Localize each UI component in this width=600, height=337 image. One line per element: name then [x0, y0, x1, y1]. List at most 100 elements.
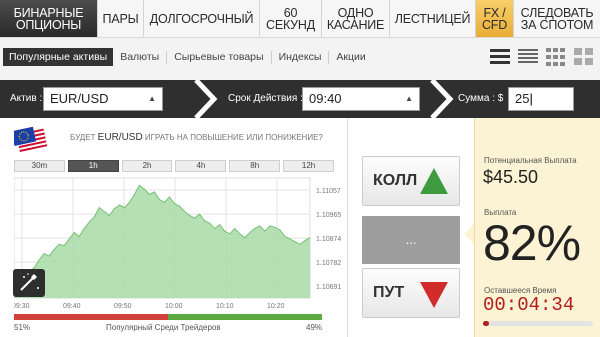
large-grid-view-icon[interactable] — [574, 48, 594, 66]
price-point — [98, 207, 100, 209]
price-point — [249, 232, 251, 233]
price-point — [279, 229, 281, 231]
sentiment-label: Популярный Среди Трейдеров — [106, 323, 221, 332]
tab-pairs[interactable]: ПАРЫ — [98, 0, 144, 37]
x-tick-label: 10:00 — [165, 303, 183, 310]
tab-fx-cfd[interactable]: FX / CFD — [476, 0, 514, 37]
payout-panel: Потенциальная Выплата $45.50 Выплата 82%… — [474, 118, 600, 337]
potential-payout-label: Потенциальная Выплата — [484, 156, 577, 165]
timeframe-selector: 30m 1h 2h 4h 8h 12h — [14, 160, 334, 172]
view-toggle-group — [490, 44, 600, 70]
x-tick-label: 09:30 — [14, 303, 30, 310]
y-tick-label: 1.10965 — [316, 212, 341, 219]
price-point — [209, 222, 211, 224]
remaining-time-fill — [483, 321, 489, 326]
amount-input[interactable]: 25| — [508, 87, 574, 111]
price-point — [174, 203, 175, 205]
price-point — [274, 226, 276, 228]
y-tick-label: 1.10782 — [316, 260, 341, 267]
timeframe-12h[interactable]: 12h — [283, 160, 334, 172]
category-commodities[interactable]: Сырьевые товары — [167, 50, 272, 64]
category-popular[interactable]: Популярные активы — [3, 48, 114, 66]
price-point — [53, 249, 55, 250]
category-stocks[interactable]: Акции — [329, 51, 372, 64]
price-point — [43, 253, 45, 254]
timeframe-2h[interactable]: 2h — [121, 160, 173, 172]
price-chart[interactable]: 1.11057 1.10965 1.10874 1.10782 1.10691 09:30… — [14, 174, 352, 314]
grid-view-icon[interactable] — [546, 48, 566, 66]
price-point — [58, 243, 60, 245]
price-point — [199, 213, 201, 215]
price-point — [299, 243, 301, 245]
call-button[interactable]: КОЛЛ — [362, 156, 460, 206]
price-point — [73, 232, 75, 233]
product-tabs: БИНАРНЫЕ ОПЦИОНЫ ПАРЫ ДОЛГОСРОЧНЫЙ 60 СЕ… — [0, 0, 600, 38]
timeframe-8h[interactable]: 8h — [229, 160, 281, 172]
price-point — [123, 207, 125, 209]
price-point — [309, 237, 311, 239]
x-tick-label: 09:50 — [114, 303, 132, 310]
pending-button[interactable]: ... — [362, 216, 460, 264]
price-point — [234, 228, 236, 230]
sentiment-bar-up — [168, 314, 322, 320]
price-point — [128, 201, 130, 203]
tab-long-term[interactable]: ДОЛГОСРОЧНЫЙ — [144, 0, 260, 37]
drawing-tools-icon[interactable] — [12, 268, 46, 298]
price-point — [83, 228, 85, 230]
trade-question: БУДЕТ EUR/USD ИГРАТЬ НА ПОВЫШЕНИЕ ИЛИ ПО… — [70, 132, 323, 143]
expiry-label: Срок Действия : — [228, 93, 303, 104]
category-indices[interactable]: Индексы — [272, 50, 330, 64]
price-point — [229, 233, 231, 235]
category-currencies[interactable]: Валюты — [113, 50, 168, 64]
tab-60-seconds[interactable]: 60 СЕКУНД — [260, 0, 322, 37]
expiry-select[interactable]: 09:40 ▲▼ — [302, 87, 420, 125]
price-point — [204, 220, 206, 222]
list-view-icon[interactable] — [490, 48, 510, 66]
x-tick-label: 09:40 — [63, 303, 81, 310]
amount-label: Сумма : $ — [458, 93, 504, 104]
price-point — [194, 217, 196, 219]
tab-follow-spot[interactable]: СЛЕДОВАТЬ ЗА СПОТОМ — [514, 0, 600, 37]
price-point — [143, 188, 145, 190]
trade-selection-bar: Актив : EUR/USD ▲▼ Срок Действия : 09:40… — [0, 80, 600, 125]
price-point — [169, 196, 170, 198]
price-point — [294, 241, 296, 243]
remaining-time-value: 00:04:34 — [483, 294, 575, 316]
price-point — [108, 215, 110, 216]
price-point — [304, 239, 306, 241]
price-point — [284, 235, 286, 237]
price-point — [264, 230, 266, 232]
y-tick-label: 1.11057 — [316, 188, 341, 195]
compact-list-view-icon[interactable] — [518, 48, 538, 66]
put-button[interactable]: ПУТ — [362, 268, 460, 318]
price-point — [189, 215, 191, 216]
y-tick-label: 1.10874 — [316, 236, 341, 243]
timeframe-30m[interactable]: 30m — [14, 160, 65, 172]
price-point — [254, 228, 256, 230]
asset-category-bar: Популярные активы Валюты Сырьевые товары… — [0, 44, 600, 70]
timeframe-4h[interactable]: 4h — [175, 160, 227, 172]
x-tick-label: 10:20 — [267, 303, 285, 310]
price-point — [259, 225, 261, 227]
price-point — [164, 201, 165, 203]
sentiment-left-pct: 51% — [14, 323, 31, 332]
price-point — [289, 238, 291, 240]
price-point — [269, 225, 271, 227]
chart-panel: БУДЕТ EUR/USD ИГРАТЬ НА ПОВЫШЕНИЕ ИЛИ ПО… — [0, 118, 348, 337]
price-point — [78, 235, 80, 237]
price-point — [154, 191, 155, 193]
asset-select[interactable]: EUR/USD ▲▼ — [43, 87, 163, 125]
price-point — [68, 238, 70, 240]
tab-ladder[interactable]: ЛЕСТНИЦЕЙ — [390, 0, 476, 37]
tab-binary-options[interactable]: БИНАРНЫЕ ОПЦИОНЫ — [0, 0, 98, 37]
price-point — [103, 211, 105, 212]
tab-one-touch[interactable]: ОДНО КАСАНИЕ — [322, 0, 390, 37]
price-point — [133, 194, 135, 195]
price-point — [93, 216, 95, 218]
potential-payout-value: $45.50 — [483, 167, 539, 187]
price-point — [48, 255, 50, 257]
timeframe-1h[interactable]: 1h — [67, 160, 119, 172]
x-tick-label: 10:10 — [216, 303, 234, 310]
price-point — [118, 204, 120, 206]
price-point — [239, 233, 241, 235]
